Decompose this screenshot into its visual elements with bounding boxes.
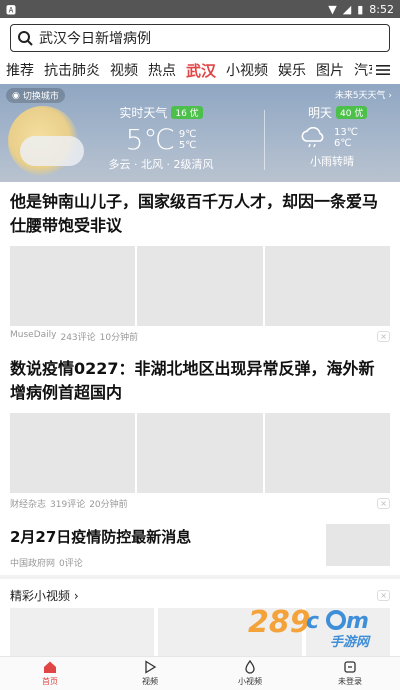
tab-recommend[interactable]: 推荐 (6, 60, 34, 80)
news-meta: 中国政府网 0评论 (10, 556, 318, 569)
tomorrow-title: 明天 (308, 106, 333, 120)
switch-city-button[interactable]: ◉ 切换城市 (6, 88, 65, 103)
news-comments: 319评论 (50, 500, 86, 510)
dislike-close-icon[interactable]: × (377, 331, 390, 342)
news-source: 中国政府网 (10, 559, 56, 569)
tab-hot[interactable]: 热点 (148, 60, 176, 80)
news-thumbnails (10, 246, 390, 326)
notification-a-icon: 🅰 (6, 5, 16, 17)
tab-pictures[interactable]: 图片 (316, 60, 344, 80)
news-time: 20分钟前 (89, 500, 128, 510)
status-bar: 🅰 ▼ ◢ ▮ 8:52 (0, 0, 400, 18)
current-low: 5℃ (178, 139, 197, 151)
future-weather-link[interactable]: 未来5天天气 › (335, 88, 392, 101)
rain-cloud-icon (301, 127, 324, 148)
tab-short-video[interactable]: 小视频 (226, 60, 268, 80)
thumbnail-image (10, 246, 136, 326)
search-box[interactable] (10, 24, 390, 52)
tab-entertainment[interactable]: 娱乐 (278, 60, 306, 80)
current-weather-title: 实时天气 (119, 106, 168, 120)
thumbnail-image (137, 246, 263, 326)
news-source: MuseDaily (10, 330, 57, 340)
cloud-illustration (20, 136, 84, 166)
tomorrow-weather: 明天 40 优 13℃ 6℃ 小雨转晴 (300, 104, 394, 169)
menu-icon (376, 65, 390, 75)
nav-profile[interactable]: 未登录 (300, 657, 400, 690)
channel-tabs: 推荐 抗击肺炎 视频 热点 武汉 小视频 娱乐 图片 汽车 (0, 56, 400, 84)
watermark-logo: 289 c m 手游网 (248, 605, 371, 650)
tab-fight-pneumonia[interactable]: 抗击肺炎 (44, 60, 100, 80)
current-weather-desc: 多云 · 北风 · 2级清风 (108, 158, 214, 171)
news-item[interactable]: 他是钟南山儿子，国家级百千万人才，却因一条爱马仕腰带饱受非议 MuseDaily… (0, 182, 400, 349)
thumbnail-image (137, 413, 263, 493)
news-comments: 243评论 (60, 333, 96, 343)
location-icon: ◉ (12, 90, 20, 101)
wifi-icon: ▼ (328, 2, 337, 16)
nav-video-label: 视频 (142, 677, 158, 686)
news-item[interactable]: 数说疫情0227：非湖北地区出现异常反弹，海外新增病例首超国内 财经杂志 319… (0, 349, 400, 516)
nav-profile-label: 未登录 (338, 677, 362, 686)
news-title: 2月27日疫情防控最新消息 (10, 528, 192, 546)
user-icon (344, 661, 356, 673)
tab-video[interactable]: 视频 (110, 60, 138, 80)
current-aqi-badge: 16 优 (171, 106, 203, 119)
news-meta: MuseDaily 243评论 10分钟前 × (10, 326, 390, 349)
play-icon (145, 660, 157, 674)
news-source: 财经杂志 (10, 500, 47, 510)
svg-text:m: m (346, 609, 369, 634)
svg-text:289: 289 (248, 605, 311, 640)
thumbnail-image (326, 524, 390, 566)
home-icon (44, 661, 56, 673)
channel-menu-button[interactable] (372, 56, 394, 84)
news-title: 数说疫情0227：非湖北地区出现异常反弹，海外新增病例首超国内 (10, 359, 375, 402)
news-item[interactable]: 2月27日疫情防控最新消息 中国政府网 0评论 (0, 516, 400, 579)
tomorrow-low: 6℃ (334, 138, 352, 149)
news-time: 10分钟前 (99, 333, 139, 343)
weather-card[interactable]: ◉ 切换城市 未来5天天气 › 实时天气 16 优 5℃ 9℃ 5℃ 多云 · … (0, 84, 400, 182)
tomorrow-weather-desc: 小雨转晴 (310, 155, 354, 168)
tomorrow-aqi-badge: 40 优 (336, 106, 368, 119)
current-high: 9℃ (178, 128, 197, 140)
dislike-close-icon[interactable]: × (377, 590, 390, 601)
news-meta: 财经杂志 319评论 20分钟前 × (10, 493, 390, 516)
thumbnail-image (264, 246, 390, 326)
search-bar (0, 18, 400, 56)
news-title: 他是钟南山儿子，国家级百千万人才，却因一条爱马仕腰带饱受非议 (10, 192, 379, 235)
tomorrow-temp-range: 13℃ 6℃ (334, 127, 358, 149)
nav-video[interactable]: 视频 (100, 657, 200, 690)
nav-short-video[interactable]: 小视频 (200, 657, 300, 690)
current-temperature: 5℃ (125, 123, 175, 156)
battery-icon: ▮ (357, 2, 364, 16)
current-temp-range: 9℃ 5℃ (179, 129, 197, 151)
svg-text:手游网: 手游网 (330, 634, 371, 650)
tomorrow-high: 13℃ (334, 127, 358, 138)
weather-divider (264, 110, 265, 170)
tab-wuhan[interactable]: 武汉 (186, 60, 216, 81)
thumbnail-image (10, 413, 136, 493)
thumbnail-image (264, 413, 390, 493)
short-videos-title[interactable]: 精彩小视频 › (10, 587, 79, 604)
svg-text:c: c (306, 609, 319, 634)
search-input[interactable] (39, 30, 383, 46)
status-time: 8:52 (369, 2, 394, 16)
nav-home-label: 首页 (42, 677, 58, 686)
signal-icon: ◢ (342, 2, 352, 16)
nav-short-video-label: 小视频 (238, 677, 262, 686)
news-comments: 0评论 (59, 559, 83, 569)
search-icon (18, 31, 33, 46)
news-thumbnails (10, 413, 390, 493)
short-video-icon (245, 660, 255, 674)
bottom-nav: 首页 视频 小视频 未登录 (0, 656, 400, 690)
dislike-close-icon[interactable]: × (377, 498, 390, 509)
current-weather: 实时天气 16 优 5℃ 9℃ 5℃ 多云 · 北风 · 2级清风 (86, 104, 236, 172)
nav-home[interactable]: 首页 (0, 657, 100, 690)
switch-city-label: 切换城市 (22, 92, 59, 102)
